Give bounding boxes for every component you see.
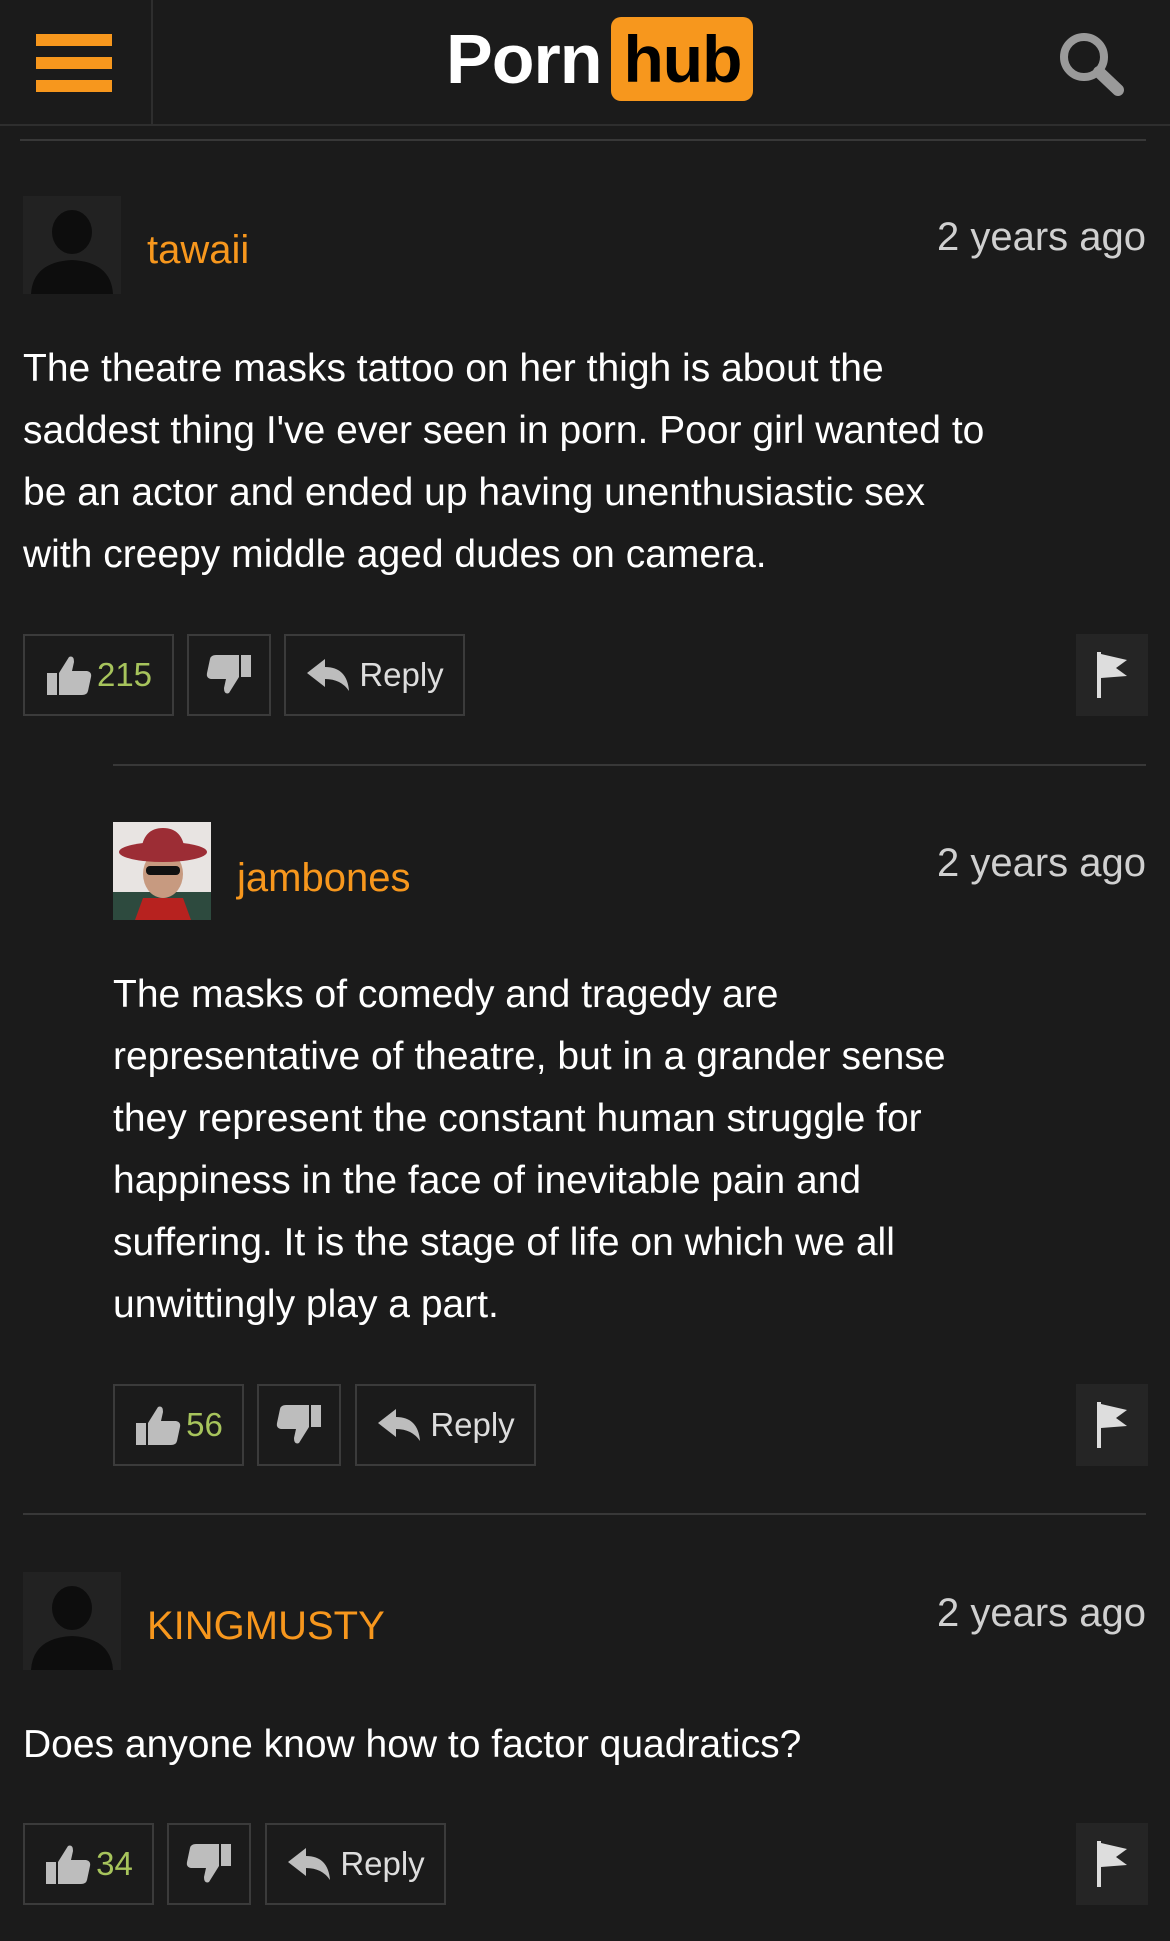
report-flag-button[interactable] — [1076, 634, 1148, 716]
comment-text-line: happiness in the face of inevitable pain… — [113, 1159, 862, 1202]
comment-text-line: The theatre masks tattoo on her thigh is… — [23, 347, 884, 390]
comment-text-line: saddest thing I've ever seen in porn. Po… — [23, 409, 985, 452]
comment-username[interactable]: KINGMUSTY — [147, 1604, 385, 1649]
dislike-button[interactable] — [257, 1384, 341, 1466]
menu-bar — [36, 80, 112, 92]
comment-text-line: they represent the constant human strugg… — [113, 1097, 922, 1140]
thumbs-up-icon — [46, 656, 92, 695]
divider — [23, 1513, 1146, 1515]
comment-text-line: be an actor and ended up having unenthus… — [23, 471, 925, 514]
default-user-icon — [23, 1572, 121, 1670]
report-flag-button[interactable] — [1076, 1384, 1148, 1466]
logo-text-part1: Porn — [446, 20, 602, 98]
site-logo[interactable]: Porn hub — [446, 16, 754, 102]
thumbs-up-icon — [136, 1406, 181, 1445]
comment-text-line: representative of theatre, but in a gran… — [113, 1035, 946, 1078]
comment-timestamp: 2 years ago — [936, 841, 1146, 885]
comment-text: The masks of comedy and tragedy are repr… — [113, 964, 1153, 1336]
like-button[interactable]: 56 — [113, 1384, 244, 1466]
hamburger-menu-button[interactable] — [0, 0, 153, 124]
avatar[interactable] — [23, 1572, 121, 1670]
avatar[interactable] — [23, 196, 121, 294]
reply-button[interactable]: Reply — [355, 1384, 536, 1466]
reply-arrow-icon — [288, 1848, 331, 1880]
reply-arrow-icon — [378, 1409, 421, 1441]
reply-label: Reply — [359, 656, 444, 693]
thumbs-down-icon — [206, 655, 251, 694]
comment-text-line: Does anyone know how to factor quadratic… — [23, 1723, 802, 1766]
search-icon — [1060, 33, 1124, 96]
comment-text: Does anyone know how to factor quadratic… — [23, 1714, 1153, 1776]
comment-username[interactable]: jambones — [237, 856, 410, 901]
reply-label: Reply — [430, 1406, 515, 1443]
comment-timestamp: 2 years ago — [936, 215, 1146, 259]
reply-label: Reply — [340, 1845, 425, 1882]
reply-button[interactable]: Reply — [284, 634, 465, 716]
avatar[interactable] — [113, 822, 211, 920]
menu-bar — [36, 57, 112, 69]
comment-username[interactable]: tawaii — [147, 228, 249, 273]
thumbs-down-icon — [186, 1844, 231, 1883]
dislike-button[interactable] — [167, 1823, 251, 1905]
comment-text-line: unwittingly play a part. — [113, 1283, 499, 1326]
flag-icon — [1097, 1841, 1127, 1887]
flag-icon — [1097, 652, 1127, 698]
logo-text-part2: hub — [611, 17, 754, 101]
thumbs-up-icon — [46, 1845, 91, 1884]
comment-text-line: The masks of comedy and tragedy are — [113, 973, 779, 1016]
divider — [20, 139, 1146, 141]
flag-icon — [1097, 1402, 1127, 1448]
report-flag-button[interactable] — [1076, 1823, 1148, 1905]
dislike-button[interactable] — [187, 634, 271, 716]
reply-button[interactable]: Reply — [265, 1823, 446, 1905]
comment-text: The theatre masks tattoo on her thigh is… — [23, 338, 1153, 586]
comment-text-line: suffering. It is the stage of life on wh… — [113, 1221, 895, 1264]
comment-timestamp: 2 years ago — [936, 1591, 1146, 1635]
top-header: Porn hub — [0, 0, 1170, 126]
user-photo-avatar — [113, 822, 211, 920]
like-count: 215 — [96, 656, 153, 693]
search-button[interactable] — [1054, 28, 1128, 98]
like-button[interactable]: 34 — [23, 1823, 154, 1905]
thumbs-down-icon — [276, 1405, 321, 1444]
menu-bar — [36, 34, 112, 46]
like-count: 34 — [96, 1845, 133, 1882]
like-button[interactable]: 215 — [23, 634, 174, 716]
comment-text-line: with creepy middle aged dudes on camera. — [23, 533, 767, 576]
like-count: 56 — [186, 1406, 223, 1443]
reply-arrow-icon — [307, 659, 350, 691]
divider — [113, 764, 1146, 766]
default-user-icon — [23, 196, 121, 294]
